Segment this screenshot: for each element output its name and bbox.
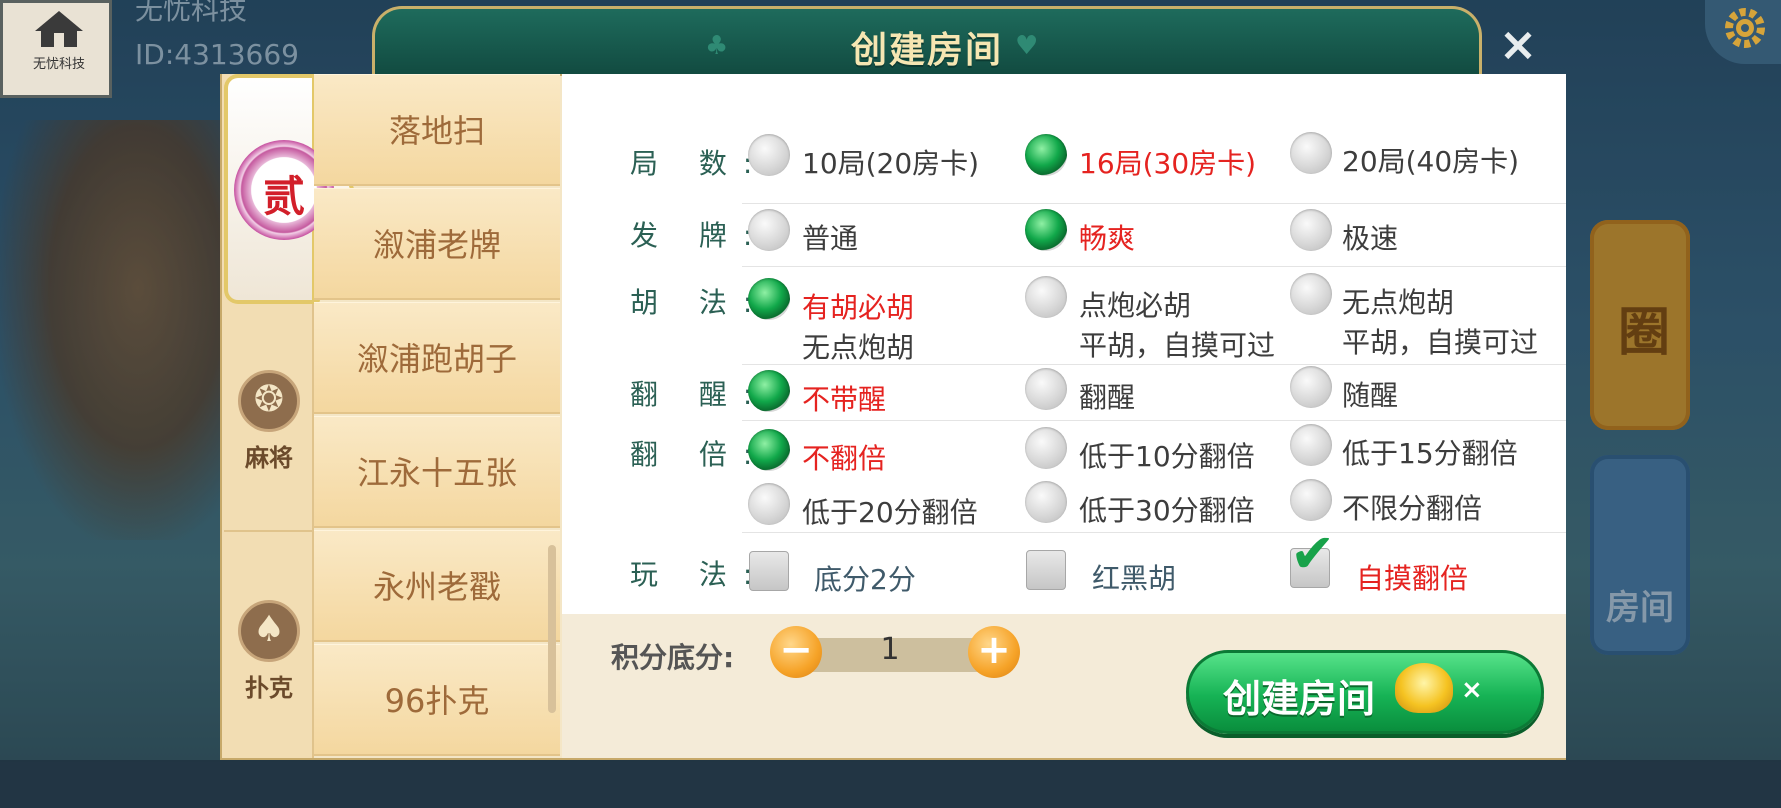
checkmark-icon: ✔ [1290,522,1336,585]
radio-double-lt15[interactable] [1290,424,1332,466]
category-tab-mahjong[interactable]: ❂ 麻将 [224,304,314,530]
create-room-button[interactable]: 创建房间 × [1186,650,1544,734]
logo-text: 无忧科技 [32,57,85,72]
option-sublabel: 平胡，自摸可过 [1079,329,1276,362]
game-item[interactable]: 溆浦跑胡子 [314,302,560,414]
option-label: 不带醒 [802,383,887,416]
row-divider [742,266,1566,267]
row-divider [742,364,1566,365]
mahjong-icon: ❂ [238,370,300,432]
radio-hu-must[interactable] [748,278,790,320]
create-room-label: 创建房间 [1223,677,1376,721]
game-item[interactable]: 落地扫 [314,74,560,186]
radio-rounds-16[interactable] [1025,134,1067,176]
user-name: 无忧科技 [135,0,248,26]
row-divider [742,420,1566,421]
radio-double-none[interactable] [748,429,790,471]
game-item[interactable]: 溆浦老牌 [314,188,560,300]
dialog-title: 创建房间 [850,30,1003,71]
radio-deal-normal[interactable] [748,209,790,251]
option-label: 不翻倍 [802,442,887,475]
option-label: 低于15分翻倍 [1342,437,1518,470]
close-button[interactable]: × [1490,20,1546,68]
option-label: 底分2分 [814,563,916,596]
option-label: 自摸翻倍 [1356,562,1469,595]
category-tab-poker[interactable]: ♠ 扑克 [224,530,314,758]
radio-double-lt20[interactable] [748,483,790,525]
radio-double-lt10[interactable] [1025,427,1067,469]
option-label: 低于10分翻倍 [1079,440,1255,473]
heart-deco-icon: ♥ [1015,31,1039,61]
radio-hu-nodianpao[interactable] [1290,273,1332,315]
radio-deal-fast[interactable] [1290,209,1332,251]
user-avatar[interactable]: 无忧科技 [0,0,112,98]
option-sublabel: 平胡，自摸可过 [1342,326,1539,359]
radio-double-unlimited[interactable] [1290,479,1332,521]
plus-button[interactable]: + [968,626,1020,678]
game-list: 落地扫 溆浦老牌 溆浦跑胡子 江永十五张 永州老戳 96扑克 [314,74,560,758]
game-item[interactable]: 96扑克 [314,644,560,756]
option-label: 随醒 [1342,379,1399,412]
option-label: 20局(40房卡) [1342,145,1520,178]
game-item[interactable]: 江永十五张 [314,416,560,528]
option-label: 畅爽 [1079,222,1136,255]
option-label: 不限分翻倍 [1342,492,1483,525]
row-divider [742,203,1566,204]
game-list-scrollbar[interactable] [548,545,556,713]
radio-xing-none[interactable] [748,370,790,412]
checkbox-redblack[interactable] [1026,550,1066,590]
game-item[interactable]: 永州老戳 [314,530,560,642]
dialog-header: ♣ 创建房间 ♥ [372,6,1482,78]
radio-deal-smooth[interactable] [1025,209,1067,251]
minus-button[interactable]: − [770,626,822,678]
option-sublabel: 无点炮胡 [802,331,915,364]
radio-rounds-20[interactable] [1290,132,1332,174]
spade-icon: ♠ [238,600,300,662]
radio-rounds-10[interactable] [748,134,790,176]
option-label: 普通 [802,222,859,255]
option-label: 16局(30房卡) [1079,147,1257,180]
radio-double-lt30[interactable] [1025,481,1067,523]
category-label-mahjong: 麻将 [245,444,293,472]
radio-xing-fan[interactable] [1025,368,1067,410]
option-label: 有胡必胡 [802,291,915,324]
house-icon [35,11,83,47]
option-label: 10局(20房卡) [802,147,980,180]
row-label-rounds: 局 数: [630,147,769,180]
option-label: 极速 [1342,222,1399,255]
category-label-poker: 扑克 [245,674,293,702]
option-label: 低于20分翻倍 [802,496,978,529]
cost-suffix: × [1461,675,1483,705]
score-label: 积分底分: [611,641,735,674]
row-divider [742,532,1566,533]
radio-hu-dianpao[interactable] [1025,276,1067,318]
row-label-play: 玩 法: [630,558,769,591]
option-label: 红黑胡 [1092,562,1177,595]
option-label: 点炮必胡 [1079,289,1192,322]
user-id: ID:4313669 [135,38,299,71]
gold-ingot-icon [1395,663,1453,713]
option-label: 翻醒 [1079,381,1136,414]
option-label: 低于30分翻倍 [1079,494,1255,527]
option-label: 无点炮胡 [1342,286,1455,319]
gear-icon [1725,8,1765,48]
radio-xing-sui[interactable] [1290,366,1332,408]
checkbox-base2[interactable] [749,551,789,591]
